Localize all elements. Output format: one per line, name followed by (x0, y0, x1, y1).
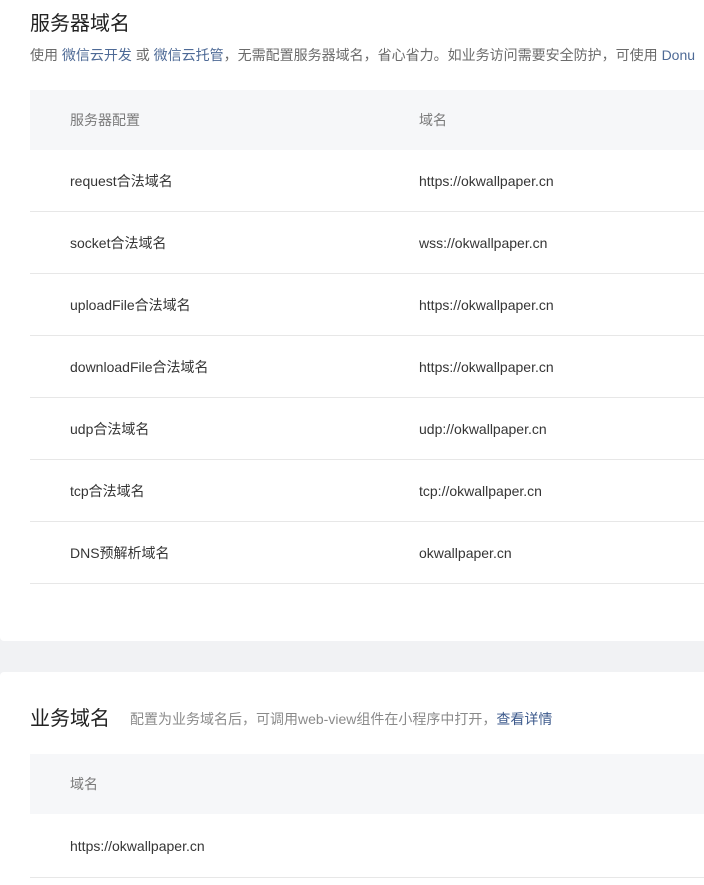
server-domain-title: 服务器域名 (30, 13, 130, 35)
row-config-label: request合法域名 (70, 173, 173, 189)
row-config-label: downloadFile合法域名 (70, 359, 209, 375)
row-domain-value: udp://okwallpaper.cn (419, 421, 547, 437)
table-row: tcp合法域名 tcp://okwallpaper.cn (30, 460, 704, 522)
server-domain-description: 使用 微信云开发 或 微信云托管，无需配置服务器域名，省心省力。如业务访问需要安… (30, 45, 695, 65)
business-domain-table: 域名 https://okwallpaper.cn (30, 754, 704, 878)
business-domain-description: 配置为业务域名后，可调用web-view组件在小程序中打开，查看详情 (130, 709, 552, 729)
row-config-label: DNS预解析域名 (70, 545, 170, 561)
server-domain-table: 服务器配置 域名 request合法域名 https://okwallpaper… (30, 90, 704, 584)
row-config-label: socket合法域名 (70, 235, 167, 251)
donut-link[interactable]: Donu (662, 47, 695, 63)
row-domain-value: https://okwallpaper.cn (419, 297, 554, 313)
row-domain-value: https://okwallpaper.cn (70, 838, 205, 854)
server-domain-card: 服务器域名 使用 微信云开发 或 微信云托管，无需配置服务器域名，省心省力。如业… (0, 0, 704, 641)
header-domain: 域名 (70, 776, 98, 792)
row-domain-value: https://okwallpaper.cn (419, 359, 554, 375)
wechat-cloud-dev-link[interactable]: 微信云开发 (62, 47, 132, 63)
row-domain-value: https://okwallpaper.cn (419, 173, 554, 189)
row-domain-value: wss://okwallpaper.cn (419, 235, 548, 251)
row-config-label: uploadFile合法域名 (70, 297, 191, 313)
table-row: request合法域名 https://okwallpaper.cn (30, 150, 704, 212)
view-details-link[interactable]: 查看详情 (496, 711, 552, 727)
table-header: 域名 (30, 754, 704, 814)
header-server-config: 服务器配置 (70, 112, 140, 128)
desc-or: 或 (135, 47, 150, 63)
table-row: socket合法域名 wss://okwallpaper.cn (30, 212, 704, 274)
desc-prefix: 使用 (30, 47, 58, 63)
header-domain: 域名 (419, 112, 447, 128)
table-header: 服务器配置 域名 (30, 90, 704, 150)
table-row: uploadFile合法域名 https://okwallpaper.cn (30, 274, 704, 336)
row-domain-value: tcp://okwallpaper.cn (419, 483, 542, 499)
table-row: DNS预解析域名 okwallpaper.cn (30, 522, 704, 584)
table-row: downloadFile合法域名 https://okwallpaper.cn (30, 336, 704, 398)
row-domain-value: okwallpaper.cn (419, 545, 512, 561)
business-domain-card: 业务域名 配置为业务域名后，可调用web-view组件在小程序中打开，查看详情 … (0, 672, 704, 885)
row-config-label: tcp合法域名 (70, 483, 145, 499)
table-row: udp合法域名 udp://okwallpaper.cn (30, 398, 704, 460)
table-row: https://okwallpaper.cn (30, 814, 704, 878)
business-desc-text: 配置为业务域名后，可调用web-view组件在小程序中打开， (130, 711, 497, 727)
desc-suffix: ，无需配置服务器域名，省心省力。如业务访问需要安全防护，可使用 (223, 47, 658, 63)
wechat-cloud-hosting-link[interactable]: 微信云托管 (154, 47, 224, 63)
business-domain-title: 业务域名 (30, 708, 110, 730)
row-config-label: udp合法域名 (70, 421, 150, 437)
